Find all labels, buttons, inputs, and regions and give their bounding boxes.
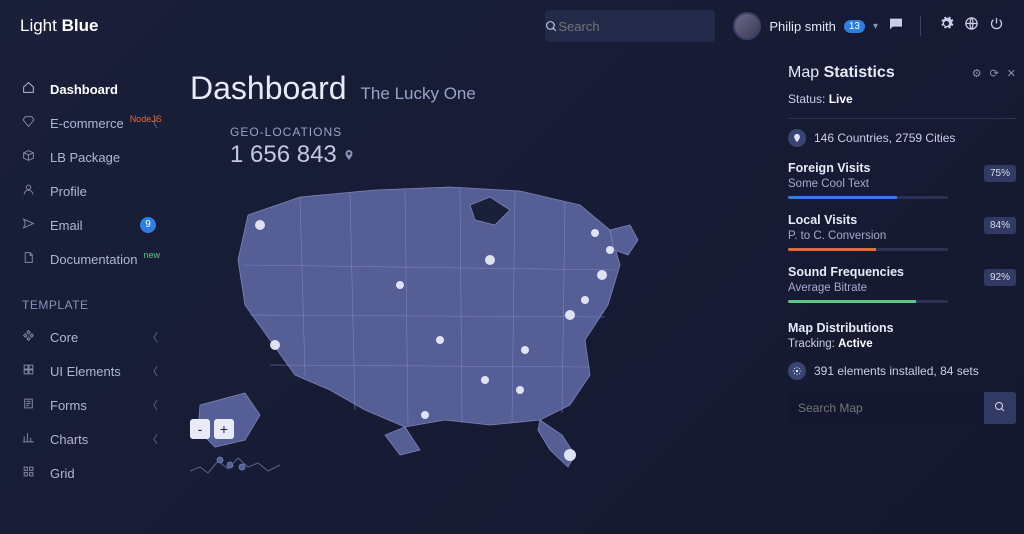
user-name: Philip smith: [769, 19, 835, 34]
page-title: Dashboard: [190, 70, 347, 107]
grid-icon: [22, 465, 40, 481]
sidebar-item-ui-elements[interactable]: UI Elements 〈: [22, 354, 170, 388]
notification-count-badge: 13: [844, 20, 865, 33]
sidebar-item-forms[interactable]: Forms 〈: [22, 388, 170, 422]
global-search[interactable]: [545, 10, 715, 42]
globe-icon[interactable]: [964, 16, 979, 36]
nav-label: Forms: [50, 398, 87, 413]
stat-percent-badge: 84%: [984, 217, 1016, 234]
usa-map[interactable]: - +: [190, 155, 710, 475]
send-icon: [22, 217, 40, 233]
panel-divider: [788, 118, 1016, 119]
stat-title: Sound Frequencies: [788, 265, 1016, 279]
gear-round-icon: [788, 362, 806, 380]
map-search-input[interactable]: [788, 392, 984, 424]
sidebar-item-email[interactable]: Email 9: [22, 208, 170, 242]
core-icon: [22, 329, 40, 345]
installed-chip: 391 elements installed, 84 sets: [788, 362, 1016, 380]
sidebar-item-lb-package[interactable]: LB Package: [22, 140, 170, 174]
chevron-left-icon: 〈: [147, 115, 158, 131]
page-subtitle: The Lucky One: [361, 84, 476, 104]
panel-title: Map Statistics: [788, 64, 895, 82]
chevron-left-icon: 〈: [147, 363, 158, 379]
sidebar-section-title: TEMPLATE: [22, 298, 170, 312]
settings-icon[interactable]: ⚙: [972, 67, 982, 80]
ui-icon: [22, 363, 40, 379]
nav-label: Documentation: [50, 252, 137, 267]
stat-foreign-visits: Foreign Visits Some Cool Text75%: [788, 161, 1016, 199]
forms-icon: [22, 397, 40, 413]
nav-badge: 9: [140, 217, 156, 233]
map-search-button[interactable]: [984, 392, 1016, 424]
search-input[interactable]: [558, 10, 734, 42]
profile-icon: [22, 183, 40, 199]
stat-subtitle: P. to C. Conversion: [788, 230, 1016, 242]
refresh-icon[interactable]: ⟳: [990, 67, 999, 80]
nav-tag: new: [143, 250, 160, 260]
sidebar-item-core[interactable]: Core 〈: [22, 320, 170, 354]
home-icon: [22, 81, 40, 97]
power-icon[interactable]: [989, 16, 1004, 36]
nav-label: Core: [50, 330, 78, 345]
diamond-icon: [22, 115, 40, 131]
package-icon: [22, 149, 40, 165]
nav-label: Charts: [50, 432, 88, 447]
nav-label: Grid: [50, 466, 75, 481]
sparkline-chart: [190, 453, 280, 475]
zoom-in-button[interactable]: +: [214, 419, 234, 439]
nav-label: E-commerce: [50, 116, 124, 131]
tracking-status: Tracking: Active: [788, 338, 1016, 350]
nav-label: UI Elements: [50, 364, 121, 379]
stat-subtitle: Some Cool Text: [788, 178, 1016, 190]
top-header: Light Blue Philip smith 13 ▾: [0, 0, 1024, 52]
progress-bar: [788, 196, 948, 199]
sidebar: Dashboard E-commerceNodeJS〈 LB Package Prof…: [0, 52, 170, 534]
close-icon[interactable]: ✕: [1007, 67, 1016, 80]
doc-icon: [22, 251, 40, 267]
stat-title: Local Visits: [788, 213, 1016, 227]
chat-icon[interactable]: [888, 16, 904, 37]
sidebar-item-e-commerce[interactable]: E-commerceNodeJS〈: [22, 106, 170, 140]
stat-title: Foreign Visits: [788, 161, 1016, 175]
stat-percent-badge: 92%: [984, 269, 1016, 286]
gear-icon[interactable]: [939, 16, 954, 36]
stat-subtitle: Average Bitrate: [788, 282, 1016, 294]
zoom-out-button[interactable]: -: [190, 419, 210, 439]
sidebar-item-dashboard[interactable]: Dashboard: [22, 72, 170, 106]
user-menu[interactable]: Philip smith 13 ▾: [733, 12, 878, 40]
brand-bold: Blue: [62, 16, 99, 35]
map-search: [788, 392, 1016, 424]
geo-label: GEO-LOCATIONS: [230, 125, 778, 139]
brand-logo[interactable]: Light Blue: [20, 16, 98, 36]
pin-round-icon: [788, 129, 806, 147]
sidebar-item-documentation[interactable]: Documentation new: [22, 242, 170, 276]
brand-light: Light: [20, 16, 57, 35]
countries-chip: 146 Countries, 2759 Cities: [788, 129, 1016, 147]
progress-bar: [788, 300, 948, 303]
progress-bar: [788, 248, 948, 251]
nav-label: Email: [50, 218, 83, 233]
chevron-left-icon: 〈: [147, 329, 158, 345]
avatar[interactable]: [733, 12, 761, 40]
chevron-left-icon: 〈: [147, 431, 158, 447]
nav-label: Dashboard: [50, 82, 118, 97]
sidebar-item-profile[interactable]: Profile: [22, 174, 170, 208]
nav-label: Profile: [50, 184, 87, 199]
chevron-down-icon[interactable]: ▾: [873, 21, 878, 32]
status-line: Status: Live: [788, 92, 1016, 106]
stat-percent-badge: 75%: [984, 165, 1016, 182]
distributions-title: Map Distributions: [788, 321, 1016, 335]
chevron-left-icon: 〈: [147, 397, 158, 413]
stat-sound-frequencies: Sound Frequencies Average Bitrate92%: [788, 265, 1016, 303]
main-content: Dashboard The Lucky One GEO-LOCATIONS 1 …: [170, 52, 788, 534]
header-divider: [920, 16, 921, 36]
sidebar-item-charts[interactable]: Charts 〈: [22, 422, 170, 456]
map-statistics-panel: Map Statistics ⚙ ⟳ ✕ Status: Live 146 Co…: [788, 52, 1024, 534]
charts-icon: [22, 431, 40, 447]
search-icon[interactable]: [545, 20, 558, 33]
nav-label: LB Package: [50, 150, 120, 165]
sidebar-item-grid[interactable]: Grid: [22, 456, 170, 490]
stat-local-visits: Local Visits P. to C. Conversion84%: [788, 213, 1016, 251]
